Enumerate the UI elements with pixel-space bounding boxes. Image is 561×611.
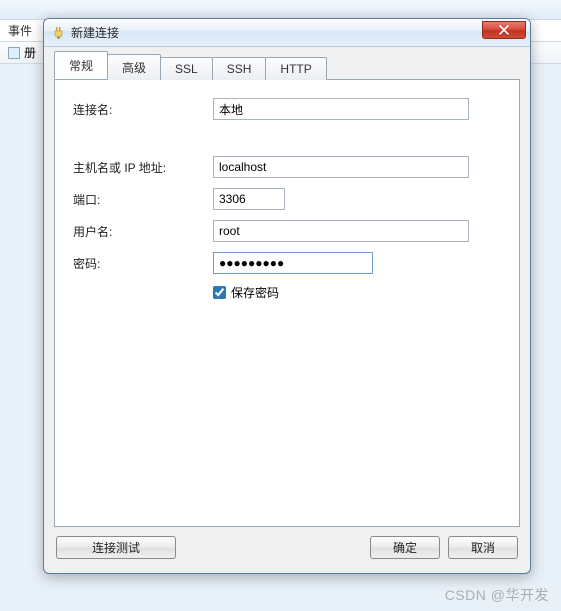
close-button[interactable]	[482, 21, 526, 39]
tab-label: SSH	[227, 62, 252, 76]
dialog-title: 新建连接	[71, 24, 119, 41]
host-input[interactable]	[213, 156, 469, 178]
ok-button[interactable]: 确定	[370, 536, 440, 559]
user-label: 用户名:	[73, 223, 213, 240]
save-password-label: 保存密码	[231, 284, 279, 301]
tab-ssl[interactable]: SSL	[160, 57, 213, 80]
tab-http[interactable]: HTTP	[265, 57, 326, 80]
save-password-checkbox[interactable]	[213, 286, 226, 299]
new-connection-dialog: 新建连接 常规 高级 SSL SSH HTTP 连接名: 主机名或 IP 地址:	[43, 18, 531, 574]
tab-general[interactable]: 常规	[54, 51, 108, 79]
tab-label: 常规	[69, 59, 93, 73]
test-connection-button[interactable]: 连接测试	[56, 536, 176, 559]
dialog-footer: 连接测试 确定 取消	[54, 527, 520, 567]
dialog-body: 常规 高级 SSL SSH HTTP 连接名: 主机名或 IP 地址: 端口: …	[44, 47, 530, 573]
tab-advanced[interactable]: 高级	[107, 54, 161, 80]
conn-name-label: 连接名:	[73, 101, 213, 118]
side-label: 册	[24, 44, 36, 61]
password-input[interactable]	[213, 252, 373, 274]
tab-label: SSL	[175, 62, 198, 76]
cancel-button[interactable]: 取消	[448, 536, 518, 559]
tab-strip: 常规 高级 SSL SSH HTTP	[54, 55, 520, 79]
user-input[interactable]	[213, 220, 469, 242]
watermark: CSDN @华开发	[445, 585, 549, 605]
plug-icon	[50, 25, 66, 41]
tab-ssh[interactable]: SSH	[212, 57, 267, 80]
port-label: 端口:	[73, 191, 213, 208]
tab-label: HTTP	[280, 62, 311, 76]
close-icon	[499, 25, 509, 35]
tab-label: 高级	[122, 61, 146, 75]
port-input[interactable]	[213, 188, 285, 210]
host-label: 主机名或 IP 地址:	[73, 159, 213, 176]
panel-icon	[8, 47, 20, 59]
background-toolbar	[0, 0, 561, 20]
conn-name-input[interactable]	[213, 98, 469, 120]
events-label: 事件	[8, 22, 32, 39]
dialog-titlebar[interactable]: 新建连接	[44, 19, 530, 47]
tab-panel-general: 连接名: 主机名或 IP 地址: 端口: 用户名: 密码: 保存密码	[54, 79, 520, 527]
password-label: 密码:	[73, 255, 213, 272]
